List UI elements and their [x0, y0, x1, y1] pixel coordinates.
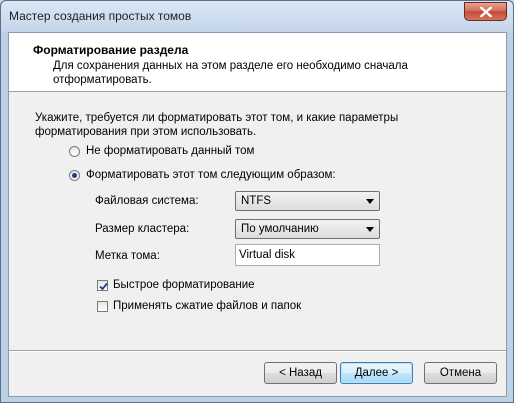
cancel-button[interactable]: Отмена — [424, 362, 497, 384]
cluster-size-label: Размер кластера: — [95, 223, 190, 235]
close-icon — [480, 7, 492, 17]
wizard-window: Мастер создания простых томов Форматиров… — [0, 0, 514, 403]
cluster-size-value: По умолчанию — [241, 223, 319, 235]
quick-format-label: Быстрое форматирование — [113, 279, 255, 291]
quick-format-checkbox[interactable] — [97, 279, 108, 291]
filesystem-select[interactable]: NTFS — [235, 191, 380, 211]
compression-checkbox[interactable] — [97, 300, 108, 312]
title-bar[interactable]: Мастер создания простых томов — [1, 1, 513, 32]
radio-format-option[interactable]: Форматировать этот том следующим образом… — [69, 169, 336, 181]
page-description: Для сохранения данных на этом разделе ег… — [53, 60, 408, 86]
intro-text: Укажите, требуется ли форматировать этот… — [35, 112, 399, 138]
radio-format[interactable] — [69, 169, 80, 181]
cluster-size-select[interactable]: По умолчанию — [235, 219, 380, 239]
close-button[interactable] — [464, 2, 507, 21]
window-title: Мастер создания простых томов — [9, 9, 192, 23]
filesystem-value: NTFS — [241, 195, 272, 207]
checkmark-icon — [99, 282, 108, 290]
wizard-header: Форматирование раздела Для сохранения да… — [9, 33, 506, 92]
volume-label-input[interactable] — [235, 244, 380, 266]
chevron-down-icon — [366, 227, 374, 232]
footer-divider — [9, 350, 506, 352]
chevron-down-icon — [366, 199, 374, 204]
radio-no-format-label: Не форматировать данный том — [86, 145, 255, 157]
volume-label-label: Метка тома: — [95, 250, 160, 262]
next-button[interactable]: Далее > — [340, 362, 413, 384]
compression-option[interactable]: Применять сжатие файлов и папок — [97, 300, 301, 312]
filesystem-label: Файловая система: — [95, 195, 199, 207]
compression-label: Применять сжатие файлов и папок — [113, 300, 302, 312]
radio-no-format[interactable] — [69, 145, 80, 157]
page-title: Форматирование раздела — [33, 43, 189, 57]
wizard-client-area: Форматирование раздела Для сохранения да… — [8, 32, 507, 397]
quick-format-option[interactable]: Быстрое форматирование — [97, 279, 255, 291]
radio-format-label: Форматировать этот том следующим образом… — [86, 169, 336, 181]
back-button[interactable]: < Назад — [264, 362, 337, 384]
radio-no-format-option[interactable]: Не форматировать данный том — [69, 145, 254, 157]
